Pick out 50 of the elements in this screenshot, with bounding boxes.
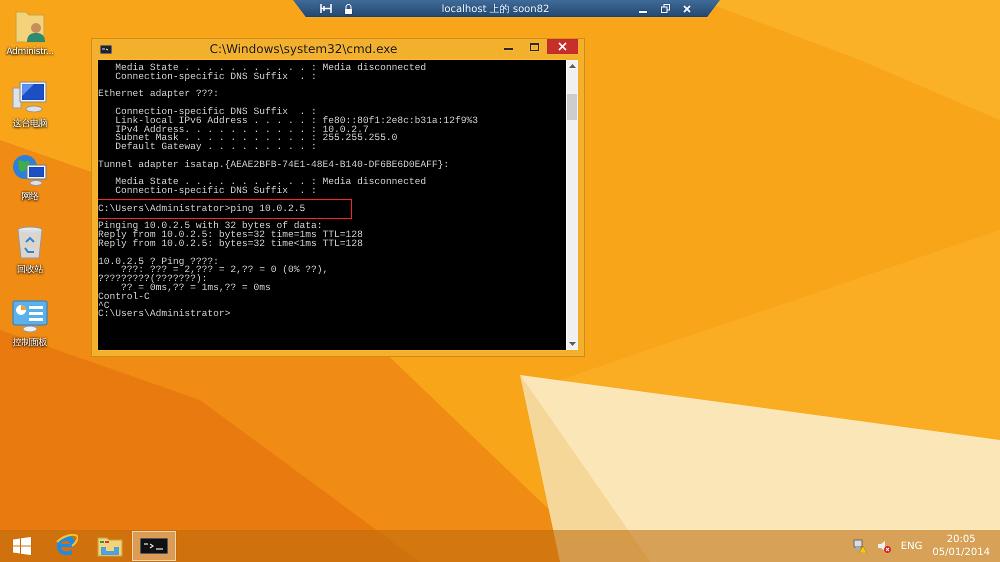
scrollbar[interactable] xyxy=(566,60,578,350)
console-line: C:\Users\Administrator>ping 10.0.2.5 xyxy=(98,204,306,214)
console-line: Subnet Mask . . . . . . . . . . . : 255.255.255.0 xyxy=(114,134,398,144)
input-language[interactable]: ENG xyxy=(900,540,922,552)
recycle-bin-icon xyxy=(16,226,44,260)
speaker-muted-icon[interactable] xyxy=(876,539,891,553)
console-line: ?????????(???????): xyxy=(98,275,208,284)
taskbar-button[interactable] xyxy=(132,531,176,561)
windows-logo-icon xyxy=(13,537,31,555)
console-icon xyxy=(140,538,168,554)
console-line: 10.0.2.5 ? Ping ????: xyxy=(98,258,220,266)
close-icon xyxy=(558,42,567,51)
console-line: ^C xyxy=(98,302,110,310)
console-icon xyxy=(100,44,112,54)
console-line: IPv4 Address. . . . . . . . . . . : 10.0.2.7 xyxy=(114,126,369,134)
folder-icon xyxy=(97,535,123,557)
console-line: ?? = 0ms,?? = 1ms,?? = 0ms xyxy=(121,284,272,293)
console-line: Default Gateway . . . . . . . . . : xyxy=(114,143,318,152)
window-title: C:\Windows\system32\cmd.exe xyxy=(208,42,398,56)
maximize-icon xyxy=(530,42,538,50)
control-panel-icon xyxy=(12,299,48,333)
console-line: Connection-specific DNS Suffix . : xyxy=(114,72,318,82)
restore-icon[interactable] xyxy=(658,2,672,14)
console-line: Reply from 10.0.2.5: bytes=32 time<1ms TTL=128 xyxy=(98,240,364,249)
pin-icon[interactable] xyxy=(319,2,333,14)
clock[interactable]: 20:05 05/01/2014 xyxy=(932,533,990,559)
desktop-icon-label[interactable]: 回收站 xyxy=(16,263,44,276)
console-line: Tunnel adapter isatap.{AEAE2BFB-74E1-48E4-B140-DF6BE6D0EAFF}: xyxy=(98,160,450,170)
console-line: Link-local IPv6 Address . . . . . : fe80::80f1:2e8c:b31a:12f9%3 xyxy=(114,116,479,126)
scroll-thumb[interactable] xyxy=(567,94,577,120)
computer-icon xyxy=(12,80,48,114)
remote-session-title: localhost 上的 soon82 xyxy=(440,2,550,16)
console-line: Control-C xyxy=(98,292,150,302)
browser-e-icon xyxy=(54,534,78,558)
console-line: C:\Users\Administrator> xyxy=(98,310,232,320)
console-line: Pinging 10.0.2.5 with 32 bytes of data: xyxy=(98,222,323,232)
console-line: Reply from 10.0.2.5: bytes=32 time=1ms TTL=128 xyxy=(98,231,364,240)
desktop-icon-label[interactable]: 这台电脑 xyxy=(12,117,48,130)
network-warning-icon[interactable] xyxy=(852,539,867,553)
console-line: Ethernet adapter ???: xyxy=(98,90,220,100)
console-line: Media State . . . . . . . . . . . : Media disconnected xyxy=(114,178,428,188)
desktop-icon-label[interactable]: 控制面板 xyxy=(12,336,48,349)
desktop-icon-label[interactable]: 网络 xyxy=(21,190,39,203)
console-line: Media State . . . . . . . . . . . : Media disconnected xyxy=(114,64,428,73)
console-line: ???: ??? = 2,??? = 2,?? = 0 (0% ??), xyxy=(121,266,330,276)
console-line: Connection-specific DNS Suffix . : xyxy=(114,108,318,117)
desktop-icon-label[interactable]: Administr... xyxy=(6,47,54,57)
close-button[interactable] xyxy=(547,39,578,54)
network-icon xyxy=(12,153,48,187)
console-line: Connection-specific DNS Suffix . : xyxy=(114,187,318,196)
